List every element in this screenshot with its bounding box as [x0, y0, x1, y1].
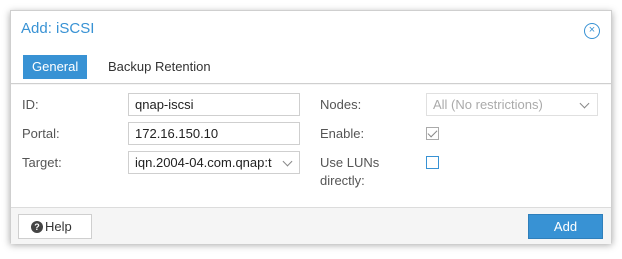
id-field[interactable]: qnap-iscsi — [128, 93, 300, 116]
tab-backup-retention[interactable]: Backup Retention — [99, 55, 220, 79]
target-select[interactable]: iqn.2004-04.com.qnap:t — [128, 151, 300, 174]
dialog-footer: ? Help Add — [11, 208, 611, 244]
use-luns-label-line2: directly: — [320, 173, 365, 188]
nodes-select-value: All (No restrictions) — [433, 97, 543, 112]
portal-field[interactable]: 172.16.150.10 — [128, 122, 300, 145]
help-button-label: Help — [45, 219, 72, 234]
nodes-select[interactable]: All (No restrictions) — [426, 93, 598, 116]
target-label: Target: — [22, 155, 62, 170]
nodes-label: Nodes: — [320, 97, 362, 112]
add-button[interactable]: Add — [528, 214, 603, 239]
tab-general[interactable]: General — [23, 55, 88, 79]
enable-checkbox[interactable] — [426, 127, 439, 140]
chevron-down-icon — [579, 98, 590, 109]
add-iscsi-dialog: Add: iSCSI × General Backup Retention ID… — [10, 10, 612, 244]
help-button[interactable]: ? Help — [18, 214, 92, 239]
dialog-title: Add: iSCSI — [21, 20, 95, 37]
portal-label: Portal: — [22, 126, 60, 141]
tab-bar: General Backup Retention — [11, 51, 611, 84]
help-icon: ? — [31, 221, 43, 233]
id-label: ID: — [22, 97, 39, 112]
target-select-value: iqn.2004-04.com.qnap:t — [135, 155, 272, 170]
use-luns-label-line1: Use LUNs — [320, 155, 380, 170]
checkmark-icon — [427, 127, 438, 138]
chevron-down-icon — [282, 156, 293, 167]
general-form: ID: qnap-iscsi Portal: 172.16.150.10 Tar… — [11, 85, 611, 208]
dialog-titlebar: Add: iSCSI × — [11, 11, 611, 51]
close-icon[interactable]: × — [584, 23, 600, 39]
enable-label: Enable: — [320, 126, 365, 141]
use-luns-directly-checkbox[interactable] — [426, 156, 439, 169]
